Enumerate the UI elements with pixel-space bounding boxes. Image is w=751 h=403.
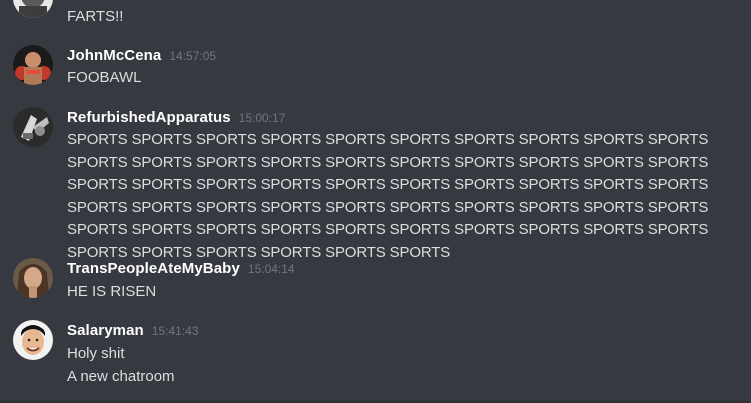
timestamp[interactable]: 15:04:14 bbox=[248, 262, 295, 276]
user-avatar[interactable] bbox=[13, 0, 53, 18]
user-avatar[interactable] bbox=[13, 320, 53, 360]
chat-message: TransPeopleAteMyBaby 15:04:14 HE IS RISEN bbox=[0, 258, 751, 308]
message-header: RefurbishedApparatus 15:00:17 bbox=[67, 109, 285, 129]
avatar-image bbox=[13, 45, 53, 85]
avatar-image bbox=[13, 320, 53, 360]
user-avatar[interactable] bbox=[13, 258, 53, 298]
message-text: A new chatroom bbox=[67, 368, 175, 385]
message-text: SPORTS SPORTS SPORTS SPORTS SPORTS SPORT… bbox=[67, 131, 709, 261]
chat-message: JohnMcCena 14:57:05 FOOBAWL bbox=[0, 45, 751, 95]
user-avatar[interactable] bbox=[13, 45, 53, 85]
chat-message-list: FARTS!! JohnMcCena 14:57:05 FOOBAWL Refu… bbox=[0, 0, 751, 403]
message-text: FARTS!! bbox=[67, 8, 124, 25]
message-text: HE IS RISEN bbox=[67, 283, 157, 300]
chat-message: RefurbishedApparatus 15:00:17 SPORTS SPOR… bbox=[0, 107, 751, 261]
timestamp[interactable]: 14:57:05 bbox=[169, 49, 216, 63]
timestamp[interactable]: 15:00:17 bbox=[239, 111, 286, 125]
username[interactable]: JohnMcCena bbox=[67, 47, 161, 64]
user-avatar[interactable] bbox=[13, 107, 53, 147]
chat-message: FARTS!! bbox=[0, 0, 751, 30]
message-header: Salaryman 15:41:43 bbox=[67, 322, 199, 342]
avatar-image bbox=[13, 107, 53, 147]
message-text: FOOBAWL bbox=[67, 69, 142, 86]
avatar-image bbox=[13, 0, 53, 18]
message-header: JohnMcCena 14:57:05 bbox=[67, 47, 216, 67]
message-text: Holy shit bbox=[67, 345, 125, 362]
username[interactable]: RefurbishedApparatus bbox=[67, 109, 231, 126]
avatar-image bbox=[13, 258, 53, 298]
timestamp[interactable]: 15:41:43 bbox=[152, 324, 199, 338]
username[interactable]: Salaryman bbox=[67, 322, 144, 339]
username[interactable]: TransPeopleAteMyBaby bbox=[67, 260, 240, 277]
message-header: TransPeopleAteMyBaby 15:04:14 bbox=[67, 260, 295, 280]
chat-message: Salaryman 15:41:43 Holy shit A new chatro… bbox=[0, 320, 751, 395]
